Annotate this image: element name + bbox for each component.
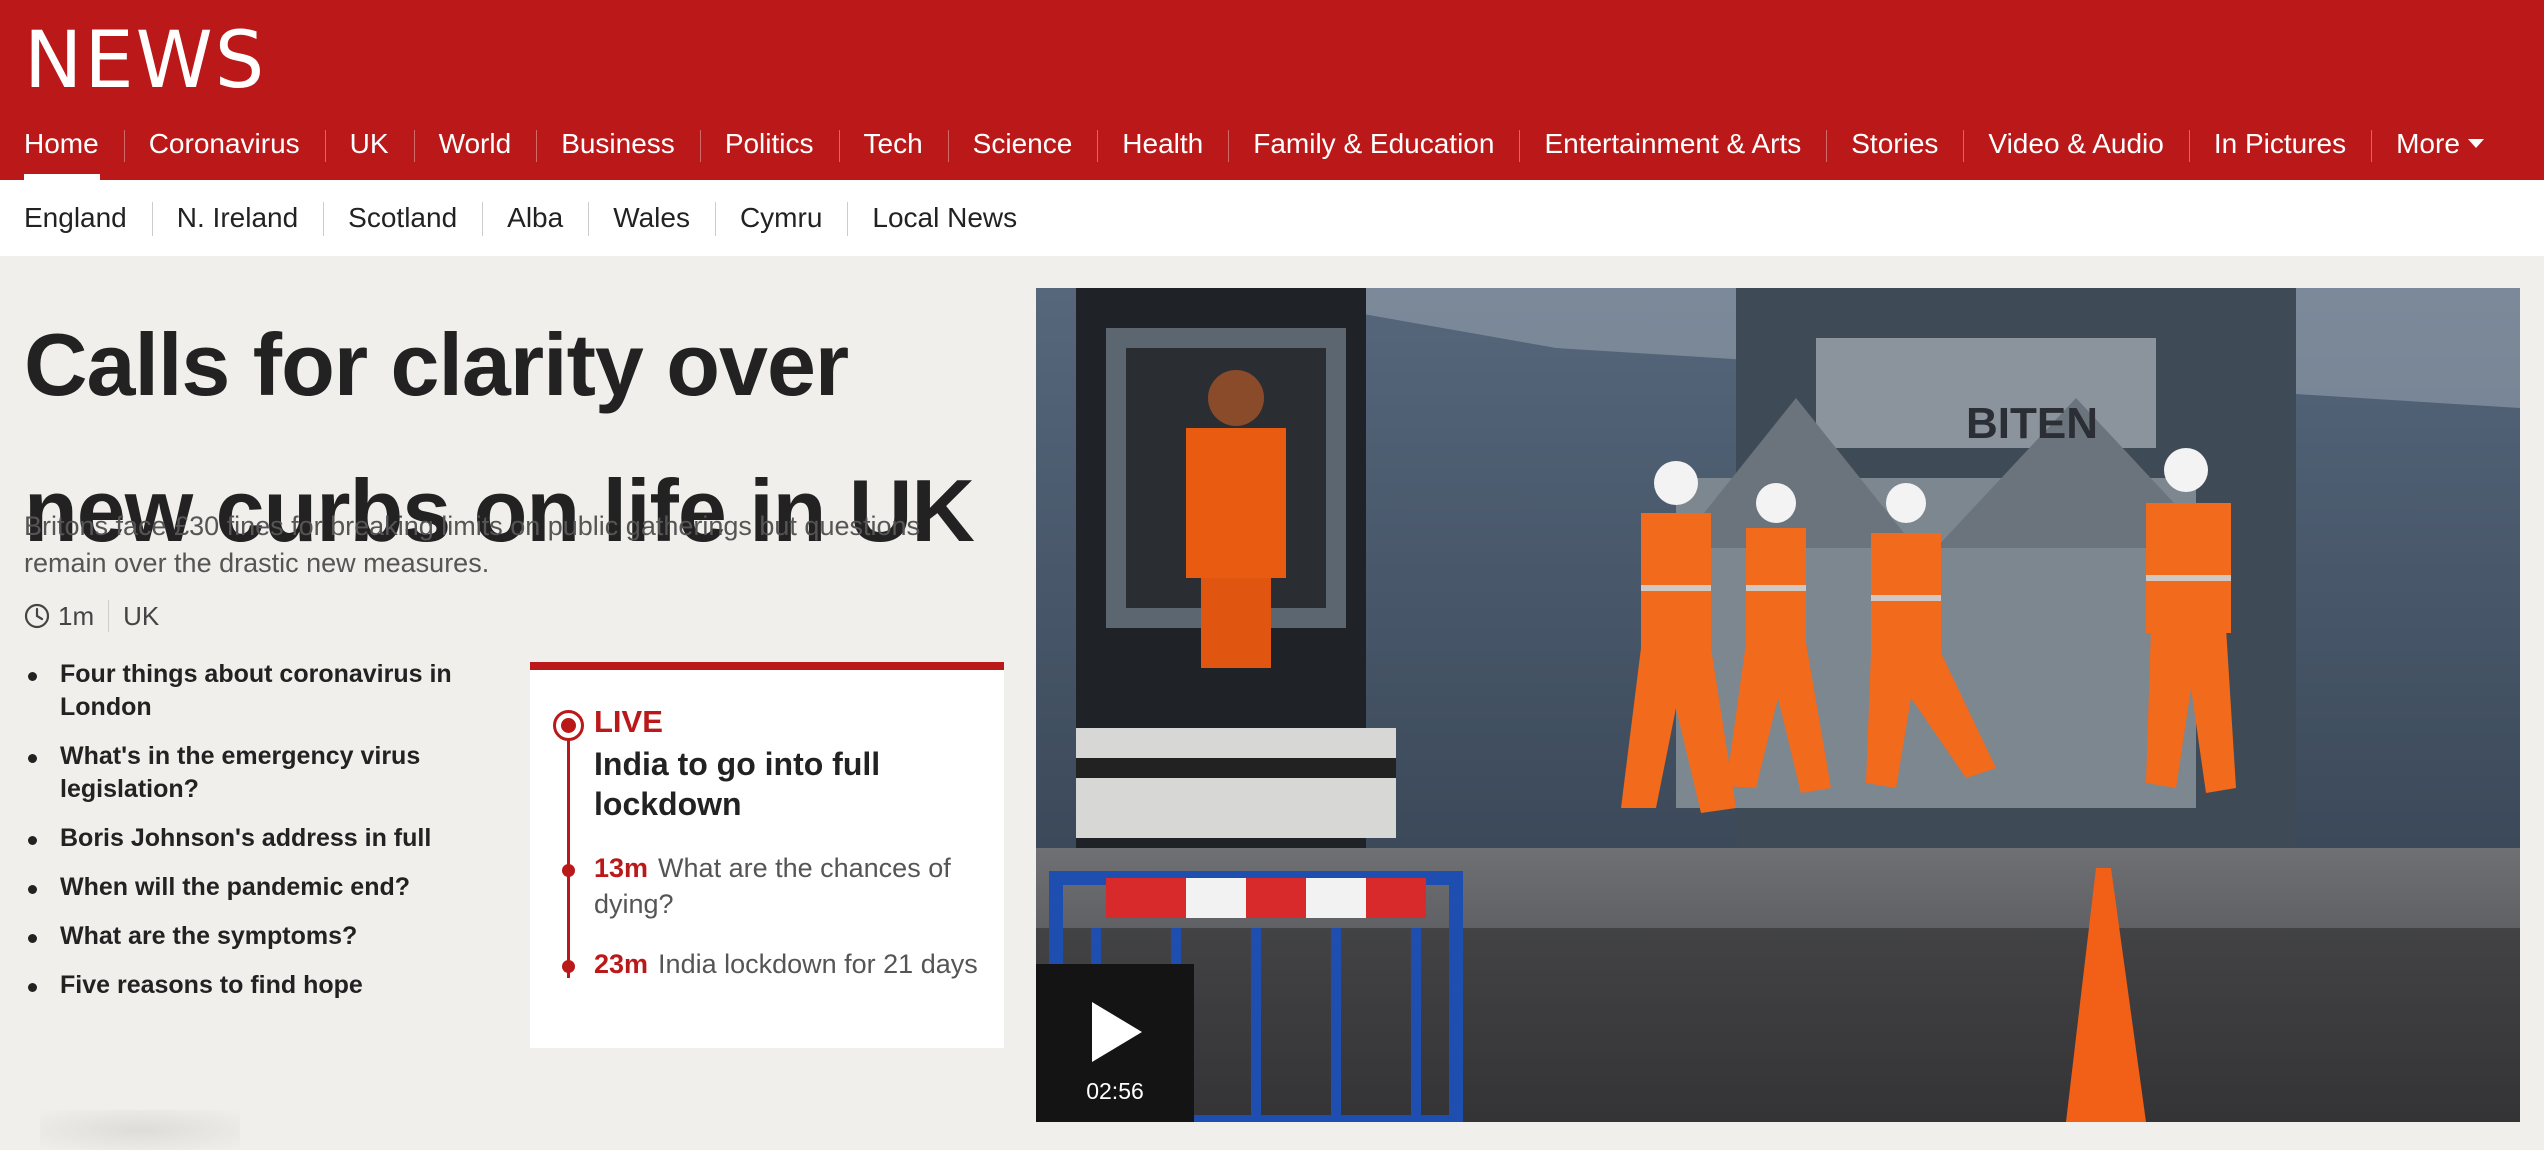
nav-item-uk[interactable]: UK [324, 120, 414, 180]
live-timeline [567, 722, 570, 978]
nav-item-video-audio[interactable]: Video & Audio [1963, 120, 2188, 180]
live-card[interactable]: LIVE India to go into full lockdown 13m W… [530, 662, 1004, 1048]
nav-item-business[interactable]: Business [536, 120, 700, 180]
lead-video-thumbnail[interactable]: BITEN [1036, 288, 2520, 1122]
related-link[interactable]: Four things about coronavirus in London [24, 658, 494, 724]
video-duration: 02:56 [1086, 1078, 1144, 1104]
lead-section-link[interactable]: UK [123, 601, 159, 632]
lead-summary: Britons face £30 fines for breaking limi… [24, 511, 921, 578]
related-link[interactable]: What are the symptoms? [24, 920, 494, 953]
related-link[interactable]: Boris Johnson's address in full [24, 822, 494, 855]
nav-item-family-education[interactable]: Family & Education [1228, 120, 1519, 180]
live-label: LIVE [594, 704, 663, 739]
play-icon [1092, 1002, 1142, 1062]
nav-item-more[interactable]: More [2371, 120, 2509, 180]
live-entry[interactable]: 13m What are the chances of dying? [594, 850, 994, 922]
timeline-dot [562, 960, 575, 973]
nav-item-science[interactable]: Science [947, 120, 1098, 180]
subnav-item-n-ireland[interactable]: N. Ireland [151, 202, 323, 236]
timeline-dot [562, 864, 575, 877]
nav-item-health[interactable]: Health [1097, 120, 1228, 180]
nav-item-in-pictures[interactable]: In Pictures [2188, 120, 2371, 180]
subnav-item-alba[interactable]: Alba [482, 202, 588, 236]
news-logo[interactable]: NEWS [24, 22, 266, 100]
primary-nav: Home Coronavirus UK World Business Polit… [0, 120, 2509, 180]
nav-item-tech[interactable]: Tech [838, 120, 948, 180]
bottom-shadow [40, 1110, 240, 1150]
nav-more-label: More [2396, 128, 2460, 159]
live-entry[interactable]: 23m India lockdown for 21 days [594, 946, 994, 982]
related-link[interactable]: Five reasons to find hope [24, 969, 494, 1002]
play-button[interactable]: 02:56 [1036, 964, 1194, 1122]
secondary-nav: England N. Ireland Scotland Alba Wales C… [0, 180, 2544, 256]
caret-down-icon [2467, 139, 2484, 149]
lead-meta: 1m UK [24, 596, 159, 636]
subnav-item-local-news[interactable]: Local News [847, 202, 1042, 236]
nav-item-entertainment-arts[interactable]: Entertainment & Arts [1519, 120, 1826, 180]
live-indicator-icon [553, 710, 584, 741]
related-link[interactable]: What's in the emergency virus legislatio… [24, 740, 494, 806]
live-title[interactable]: India to go into full lockdown [594, 744, 984, 824]
nav-item-coronavirus[interactable]: Coronavirus [123, 120, 325, 180]
subnav-item-england[interactable]: England [0, 202, 152, 234]
clock-icon [24, 603, 50, 629]
related-link[interactable]: When will the pandemic end? [24, 871, 494, 904]
subnav-item-wales[interactable]: Wales [588, 202, 715, 236]
live-entry-time: 23m [594, 949, 649, 979]
nav-item-world[interactable]: World [413, 120, 537, 180]
live-entry-time: 13m [594, 853, 649, 883]
subnav-item-scotland[interactable]: Scotland [323, 202, 482, 236]
subnav-item-cymru[interactable]: Cymru [714, 202, 847, 236]
masthead: NEWS Home Coronavirus UK World Business … [0, 0, 2544, 180]
road-workers-image: BITEN [1036, 288, 2520, 1122]
live-entry-text: India lockdown for 21 days [658, 949, 978, 979]
nav-item-home[interactable]: Home [0, 120, 124, 180]
lead-timestamp: 1m [58, 600, 95, 631]
meta-divider [108, 600, 110, 632]
related-links: Four things about coronavirus in London … [24, 658, 494, 1018]
nav-item-politics[interactable]: Politics [699, 120, 839, 180]
vehicle-lettering: BITEN [1966, 399, 2098, 448]
nav-item-stories[interactable]: Stories [1826, 120, 1963, 180]
